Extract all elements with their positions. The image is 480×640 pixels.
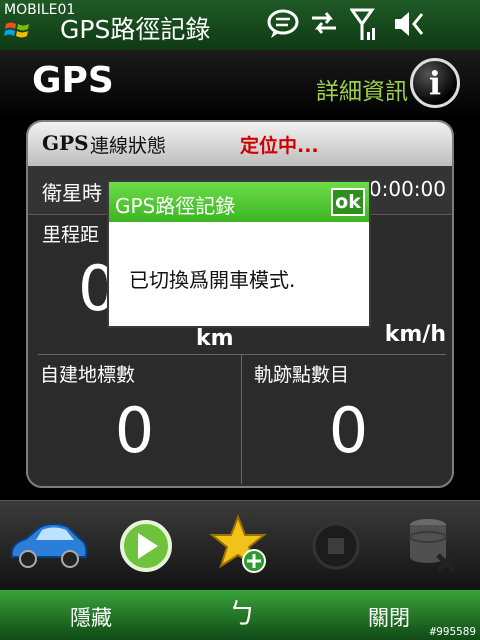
- play-icon[interactable]: [116, 513, 186, 579]
- header: GPS 詳細資訊 i: [0, 50, 480, 120]
- satellite-time-label: 衛星時: [42, 181, 102, 205]
- landmarks-value: 0: [114, 394, 155, 467]
- details-link[interactable]: 詳細資訊: [316, 72, 408, 106]
- landmarks-cell: 自建地標數 0: [28, 354, 241, 484]
- dialog-message: 已切換爲開車模式.: [129, 268, 296, 292]
- status-gps-label: GPS: [42, 131, 89, 155]
- windows-logo-icon[interactable]: [4, 18, 32, 42]
- connection-status-bar: GPS 連線狀態 定位中...: [28, 122, 452, 166]
- trackpoints-value: 0: [328, 394, 369, 467]
- speaker-muted-icon[interactable]: [392, 8, 426, 40]
- trackpoints-label: 軌跡點數目: [254, 364, 350, 386]
- distance-label: 里程距: [42, 224, 100, 246]
- info-icon[interactable]: i: [410, 58, 460, 108]
- connection-status-value: 定位中...: [240, 135, 319, 157]
- distance-unit: km: [196, 326, 234, 351]
- add-landmark-star-icon[interactable]: [208, 513, 278, 579]
- dialog-title: GPS路徑記錄: [115, 194, 236, 218]
- mode-switch-dialog: GPS路徑記錄 ok 已切換爲開車模式.: [107, 180, 371, 328]
- landmarks-label: 自建地標數: [40, 364, 136, 386]
- page-title: GPS: [32, 60, 114, 101]
- close-softkey[interactable]: 關閉: [368, 602, 410, 632]
- watermark: #995589: [429, 625, 476, 638]
- softkey-bar: 隱藏 ㄅ 關閉 #995589: [0, 590, 480, 640]
- connection-status-label: 連線狀態: [90, 135, 167, 157]
- stop-icon[interactable]: [306, 513, 376, 579]
- ok-button[interactable]: ok: [331, 188, 365, 216]
- speed-unit: km/h: [384, 322, 446, 347]
- car-mode-icon[interactable]: [6, 513, 90, 579]
- action-toolbar: [0, 500, 480, 591]
- delete-database-icon[interactable]: [400, 513, 470, 579]
- hide-softkey[interactable]: 隱藏: [70, 602, 112, 632]
- title-bar: MOBILE01 GPS路徑記錄: [0, 0, 480, 50]
- dialog-header: GPS路徑記錄 ok: [109, 182, 369, 222]
- input-method-icon[interactable]: ㄅ: [228, 592, 256, 632]
- signal-icon[interactable]: [350, 8, 380, 42]
- trackpoints-cell: 軌跡點數目 0: [242, 354, 452, 484]
- message-icon[interactable]: [266, 8, 300, 40]
- satellite-time-value: 0:00:00: [368, 177, 446, 201]
- data-arrows-icon[interactable]: [308, 8, 340, 38]
- app-title: GPS路徑記錄: [60, 15, 211, 44]
